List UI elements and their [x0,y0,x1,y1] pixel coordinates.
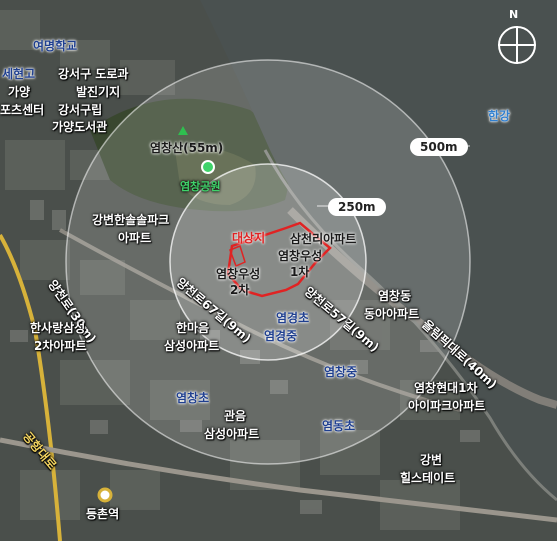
label-yeomchang-elem: 염창초 [176,391,210,405]
label-hangang: 한강 [488,109,511,123]
label-yeomgyeong-elem: 염경초 [276,311,310,325]
label-gangseo-library-2: 가양도서관 [52,120,108,134]
label-yeomchang-mid: 염창중 [324,365,358,379]
radius-500m-badge: 500m [410,138,468,156]
label-yeomchang-dong-2: 동아아파트 [364,307,420,321]
label-samcheonri-apt: 삼천리아파트 [290,232,357,246]
label-yeomdong-elem: 염동초 [322,419,356,433]
park-circle-icon [201,160,215,174]
label-yeomchang-dong-1: 염창동 [378,289,412,303]
label-gangseo-depot-1: 강서구 도로과 [58,67,129,81]
label-hansarang-2: 2차아파트 [34,339,87,353]
label-sports-center: 포츠센터 [0,103,45,117]
label-hanmaeum-1: 한마음 [176,321,210,335]
label-sehyeon-school: 세현고 [2,67,36,81]
label-gangseo-library-1: 강서구립 [58,103,103,117]
label-deungchon-station: 등촌역 [86,507,120,521]
label-woosung2-1: 염창우성 [216,267,261,281]
label-gangbyeon-1: 강변한솔솔파크 [92,213,170,227]
label-gwaneum-1: 관음 [224,409,247,423]
label-gangseo-depot-2: 발진기지 [76,85,121,99]
label-gayang: 가양 [8,85,31,99]
map-canvas: N 500m 250m 대상지 여명학교 세현고 가양 포츠센터 강서구 도로과… [0,0,557,541]
compass-circle [498,26,536,64]
compass-north-label: N [509,8,519,21]
label-hanmaeum-2: 삼성아파트 [164,339,220,353]
label-hyundai-1: 염창현대1차 [414,381,478,395]
label-woosung1-2: 1차 [290,265,310,279]
label-yeomyeong-school: 여명학교 [33,39,78,53]
radius-250m-badge: 250m [328,198,386,216]
label-hansarang-1: 한사랑삼성 [30,321,86,335]
label-yeomgyeong-mid: 염경중 [264,329,298,343]
label-mountain: 염창산(55m) [150,141,224,155]
label-hyundai-2: 아이파크아파트 [408,399,486,413]
subway-station-icon [97,487,113,503]
site-label: 대상지 [232,231,266,245]
label-woosung1-1: 염창우성 [278,249,323,263]
label-gwaneum-2: 삼성아파트 [204,427,260,441]
label-park: 염창공원 [180,180,221,193]
label-hills-2: 힐스테이트 [400,471,456,485]
label-hills-1: 강변 [420,453,443,467]
north-arrow-icon: N [494,8,538,66]
label-woosung2-2: 2차 [230,283,250,297]
label-gangbyeon-2: 아파트 [118,231,152,245]
